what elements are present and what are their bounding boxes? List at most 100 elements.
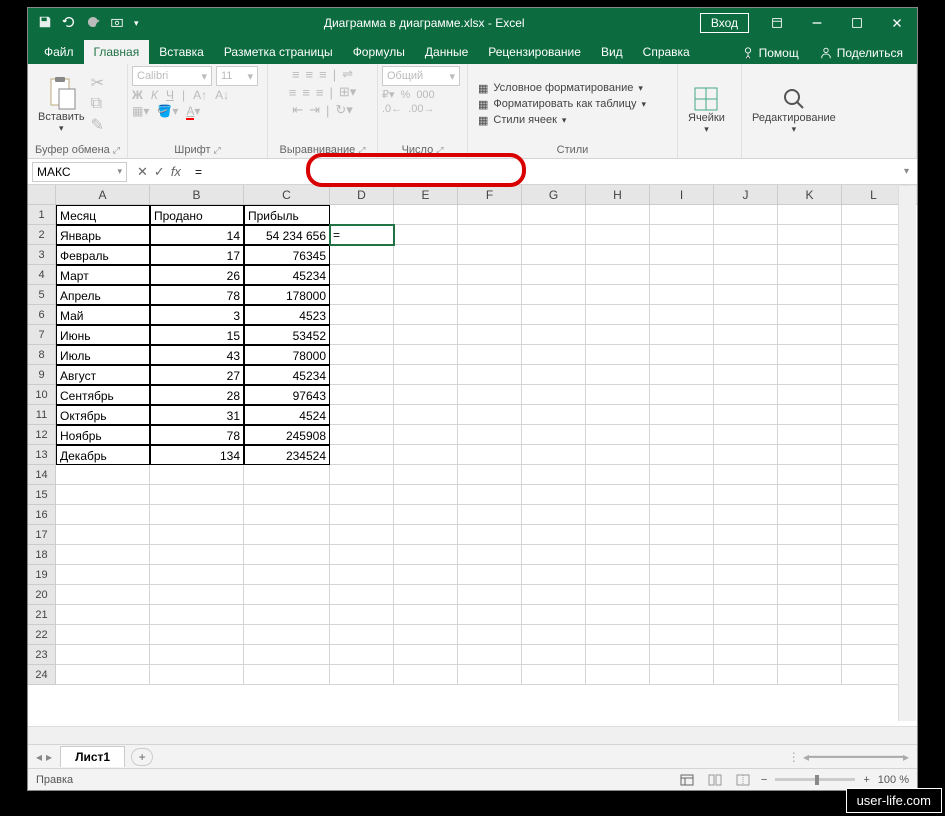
cell[interactable]: [522, 285, 586, 305]
cell[interactable]: [778, 265, 842, 285]
cell[interactable]: [778, 525, 842, 545]
cell[interactable]: [394, 265, 458, 285]
cell[interactable]: [56, 525, 150, 545]
cell[interactable]: 15: [150, 325, 244, 345]
cell[interactable]: [522, 325, 586, 345]
cell[interactable]: [522, 225, 586, 245]
cell[interactable]: [244, 485, 330, 505]
cell[interactable]: [244, 465, 330, 485]
cell[interactable]: 43: [150, 345, 244, 365]
cell[interactable]: [150, 485, 244, 505]
cell[interactable]: [330, 625, 394, 645]
cell[interactable]: [842, 425, 906, 445]
cell[interactable]: [842, 325, 906, 345]
cell[interactable]: [394, 205, 458, 225]
row-header[interactable]: 21: [28, 605, 56, 625]
cell[interactable]: [586, 245, 650, 265]
cell[interactable]: [842, 545, 906, 565]
cell[interactable]: [458, 585, 522, 605]
cell[interactable]: [522, 645, 586, 665]
cell[interactable]: [842, 505, 906, 525]
cell[interactable]: 4523: [244, 305, 330, 325]
cell[interactable]: [714, 205, 778, 225]
cell[interactable]: [586, 505, 650, 525]
cell[interactable]: [714, 405, 778, 425]
cell[interactable]: [150, 545, 244, 565]
cell[interactable]: [586, 445, 650, 465]
cell[interactable]: [150, 625, 244, 645]
cell[interactable]: [778, 545, 842, 565]
cell[interactable]: [714, 365, 778, 385]
paste-button[interactable]: Вставить ▾: [32, 73, 91, 136]
cell[interactable]: [244, 605, 330, 625]
cell[interactable]: [56, 485, 150, 505]
column-header[interactable]: C: [244, 185, 330, 204]
cell[interactable]: [458, 545, 522, 565]
cell[interactable]: [778, 505, 842, 525]
cell[interactable]: [842, 285, 906, 305]
cell[interactable]: [842, 485, 906, 505]
cell[interactable]: [522, 485, 586, 505]
cell[interactable]: 26: [150, 265, 244, 285]
cell[interactable]: [458, 345, 522, 365]
cell[interactable]: [522, 525, 586, 545]
cell[interactable]: [458, 325, 522, 345]
row-header[interactable]: 11: [28, 405, 56, 425]
fx-button[interactable]: fx: [171, 164, 181, 180]
cell[interactable]: 27: [150, 365, 244, 385]
page-layout-view-icon[interactable]: [705, 772, 725, 788]
column-header[interactable]: J: [714, 185, 778, 204]
cell[interactable]: [330, 325, 394, 345]
redo-icon[interactable]: [86, 15, 100, 32]
cell[interactable]: [650, 665, 714, 685]
cell[interactable]: [330, 665, 394, 685]
cell[interactable]: [714, 645, 778, 665]
formula-input[interactable]: [191, 162, 896, 182]
row-header[interactable]: 19: [28, 565, 56, 585]
cell[interactable]: [842, 305, 906, 325]
cell[interactable]: Сентябрь: [56, 385, 150, 405]
cell[interactable]: [842, 445, 906, 465]
cell[interactable]: [56, 645, 150, 665]
cell[interactable]: [778, 585, 842, 605]
cell[interactable]: [458, 665, 522, 685]
cell[interactable]: [394, 345, 458, 365]
cell[interactable]: [458, 285, 522, 305]
cell[interactable]: [586, 485, 650, 505]
cell[interactable]: [586, 525, 650, 545]
cell[interactable]: 245908: [244, 425, 330, 445]
cell[interactable]: [394, 245, 458, 265]
cell[interactable]: [714, 265, 778, 285]
select-all-corner[interactable]: [28, 185, 56, 204]
share-icon[interactable]: [819, 45, 833, 60]
column-header[interactable]: E: [394, 185, 458, 204]
cell[interactable]: [586, 205, 650, 225]
cell[interactable]: [714, 325, 778, 345]
row-header[interactable]: 6: [28, 305, 56, 325]
cell[interactable]: [244, 505, 330, 525]
cell[interactable]: [244, 545, 330, 565]
maximize-button[interactable]: [837, 8, 877, 38]
cell[interactable]: [586, 645, 650, 665]
cell[interactable]: [650, 385, 714, 405]
cell[interactable]: [586, 605, 650, 625]
cell[interactable]: [394, 445, 458, 465]
tab-insert[interactable]: Вставка: [149, 40, 214, 64]
cell[interactable]: Декабрь: [56, 445, 150, 465]
column-header[interactable]: I: [650, 185, 714, 204]
cell[interactable]: 76345: [244, 245, 330, 265]
row-header[interactable]: 4: [28, 265, 56, 285]
cell[interactable]: [330, 445, 394, 465]
row-header[interactable]: 5: [28, 285, 56, 305]
cell[interactable]: [650, 325, 714, 345]
cell[interactable]: [522, 625, 586, 645]
cell[interactable]: [778, 665, 842, 685]
cell[interactable]: [458, 605, 522, 625]
cell[interactable]: [394, 305, 458, 325]
cell[interactable]: [778, 605, 842, 625]
cell[interactable]: [330, 365, 394, 385]
row-header[interactable]: 14: [28, 465, 56, 485]
cancel-formula-button[interactable]: ✕: [137, 164, 148, 180]
cell[interactable]: [778, 285, 842, 305]
cell[interactable]: [586, 325, 650, 345]
